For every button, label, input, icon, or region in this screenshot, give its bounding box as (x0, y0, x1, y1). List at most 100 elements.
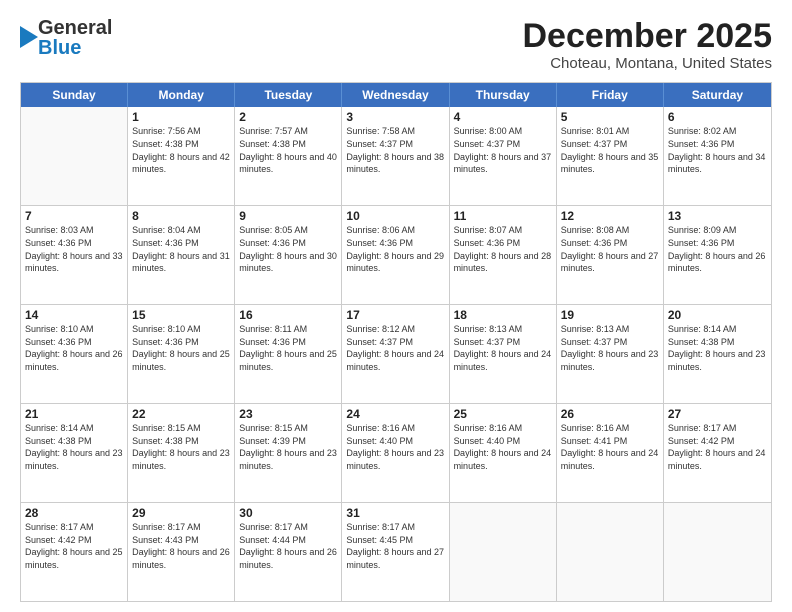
day-number: 3 (346, 110, 444, 124)
day-info: Sunrise: 8:11 AM Sunset: 4:36 PM Dayligh… (239, 323, 337, 373)
page-title: December 2025 (522, 18, 772, 55)
calendar-day-cell (557, 503, 664, 601)
calendar-day-cell: 18Sunrise: 8:13 AM Sunset: 4:37 PM Dayli… (450, 305, 557, 403)
calendar-week-row: 21Sunrise: 8:14 AM Sunset: 4:38 PM Dayli… (21, 403, 771, 502)
day-info: Sunrise: 7:56 AM Sunset: 4:38 PM Dayligh… (132, 125, 230, 175)
day-number: 9 (239, 209, 337, 223)
calendar-day-cell: 3Sunrise: 7:58 AM Sunset: 4:37 PM Daylig… (342, 107, 449, 205)
logo-general: General (38, 18, 112, 38)
day-number: 17 (346, 308, 444, 322)
calendar-header: SundayMondayTuesdayWednesdayThursdayFrid… (21, 83, 771, 107)
day-number: 29 (132, 506, 230, 520)
calendar-day-cell: 7Sunrise: 8:03 AM Sunset: 4:36 PM Daylig… (21, 206, 128, 304)
day-number: 11 (454, 209, 552, 223)
calendar-day-cell: 2Sunrise: 7:57 AM Sunset: 4:38 PM Daylig… (235, 107, 342, 205)
weekday-header: Thursday (450, 83, 557, 107)
day-info: Sunrise: 8:07 AM Sunset: 4:36 PM Dayligh… (454, 224, 552, 274)
day-info: Sunrise: 8:17 AM Sunset: 4:42 PM Dayligh… (668, 422, 767, 472)
calendar-day-cell (664, 503, 771, 601)
calendar: SundayMondayTuesdayWednesdayThursdayFrid… (20, 82, 772, 602)
calendar-day-cell: 25Sunrise: 8:16 AM Sunset: 4:40 PM Dayli… (450, 404, 557, 502)
day-number: 5 (561, 110, 659, 124)
day-info: Sunrise: 8:15 AM Sunset: 4:38 PM Dayligh… (132, 422, 230, 472)
day-number: 18 (454, 308, 552, 322)
day-number: 24 (346, 407, 444, 421)
calendar-day-cell: 12Sunrise: 8:08 AM Sunset: 4:36 PM Dayli… (557, 206, 664, 304)
day-info: Sunrise: 8:16 AM Sunset: 4:41 PM Dayligh… (561, 422, 659, 472)
calendar-day-cell: 30Sunrise: 8:17 AM Sunset: 4:44 PM Dayli… (235, 503, 342, 601)
day-info: Sunrise: 8:14 AM Sunset: 4:38 PM Dayligh… (25, 422, 123, 472)
calendar-day-cell: 9Sunrise: 8:05 AM Sunset: 4:36 PM Daylig… (235, 206, 342, 304)
day-number: 4 (454, 110, 552, 124)
logo: General Blue (20, 18, 112, 58)
day-number: 25 (454, 407, 552, 421)
day-number: 31 (346, 506, 444, 520)
calendar-day-cell: 19Sunrise: 8:13 AM Sunset: 4:37 PM Dayli… (557, 305, 664, 403)
day-number: 12 (561, 209, 659, 223)
day-number: 20 (668, 308, 767, 322)
weekday-header: Tuesday (235, 83, 342, 107)
day-info: Sunrise: 8:14 AM Sunset: 4:38 PM Dayligh… (668, 323, 767, 373)
day-info: Sunrise: 7:58 AM Sunset: 4:37 PM Dayligh… (346, 125, 444, 175)
day-number: 23 (239, 407, 337, 421)
day-info: Sunrise: 8:13 AM Sunset: 4:37 PM Dayligh… (454, 323, 552, 373)
day-info: Sunrise: 8:08 AM Sunset: 4:36 PM Dayligh… (561, 224, 659, 274)
day-info: Sunrise: 8:03 AM Sunset: 4:36 PM Dayligh… (25, 224, 123, 274)
calendar-day-cell: 27Sunrise: 8:17 AM Sunset: 4:42 PM Dayli… (664, 404, 771, 502)
calendar-day-cell: 4Sunrise: 8:00 AM Sunset: 4:37 PM Daylig… (450, 107, 557, 205)
day-info: Sunrise: 8:06 AM Sunset: 4:36 PM Dayligh… (346, 224, 444, 274)
day-number: 28 (25, 506, 123, 520)
calendar-day-cell: 23Sunrise: 8:15 AM Sunset: 4:39 PM Dayli… (235, 404, 342, 502)
day-number: 6 (668, 110, 767, 124)
day-info: Sunrise: 8:02 AM Sunset: 4:36 PM Dayligh… (668, 125, 767, 175)
logo-arrow-icon (20, 26, 38, 48)
day-info: Sunrise: 8:10 AM Sunset: 4:36 PM Dayligh… (25, 323, 123, 373)
calendar-day-cell: 31Sunrise: 8:17 AM Sunset: 4:45 PM Dayli… (342, 503, 449, 601)
day-number: 21 (25, 407, 123, 421)
calendar-day-cell: 17Sunrise: 8:12 AM Sunset: 4:37 PM Dayli… (342, 305, 449, 403)
day-number: 14 (25, 308, 123, 322)
day-number: 2 (239, 110, 337, 124)
day-info: Sunrise: 8:17 AM Sunset: 4:42 PM Dayligh… (25, 521, 123, 571)
calendar-day-cell: 5Sunrise: 8:01 AM Sunset: 4:37 PM Daylig… (557, 107, 664, 205)
calendar-week-row: 1Sunrise: 7:56 AM Sunset: 4:38 PM Daylig… (21, 107, 771, 205)
page-subtitle: Choteau, Montana, United States (522, 55, 772, 72)
day-info: Sunrise: 8:05 AM Sunset: 4:36 PM Dayligh… (239, 224, 337, 274)
day-info: Sunrise: 7:57 AM Sunset: 4:38 PM Dayligh… (239, 125, 337, 175)
weekday-header: Saturday (664, 83, 771, 107)
day-number: 30 (239, 506, 337, 520)
calendar-body: 1Sunrise: 7:56 AM Sunset: 4:38 PM Daylig… (21, 107, 771, 601)
day-number: 13 (668, 209, 767, 223)
day-info: Sunrise: 8:00 AM Sunset: 4:37 PM Dayligh… (454, 125, 552, 175)
logo-label: General Blue (38, 18, 112, 58)
day-info: Sunrise: 8:17 AM Sunset: 4:44 PM Dayligh… (239, 521, 337, 571)
calendar-day-cell: 20Sunrise: 8:14 AM Sunset: 4:38 PM Dayli… (664, 305, 771, 403)
day-number: 10 (346, 209, 444, 223)
day-info: Sunrise: 8:04 AM Sunset: 4:36 PM Dayligh… (132, 224, 230, 274)
calendar-day-cell (21, 107, 128, 205)
day-info: Sunrise: 8:16 AM Sunset: 4:40 PM Dayligh… (346, 422, 444, 472)
day-info: Sunrise: 8:12 AM Sunset: 4:37 PM Dayligh… (346, 323, 444, 373)
calendar-day-cell: 16Sunrise: 8:11 AM Sunset: 4:36 PM Dayli… (235, 305, 342, 403)
calendar-day-cell: 26Sunrise: 8:16 AM Sunset: 4:41 PM Dayli… (557, 404, 664, 502)
calendar-day-cell: 1Sunrise: 7:56 AM Sunset: 4:38 PM Daylig… (128, 107, 235, 205)
calendar-day-cell: 22Sunrise: 8:15 AM Sunset: 4:38 PM Dayli… (128, 404, 235, 502)
calendar-day-cell: 29Sunrise: 8:17 AM Sunset: 4:43 PM Dayli… (128, 503, 235, 601)
header: General Blue December 2025 Choteau, Mont… (20, 18, 772, 72)
day-info: Sunrise: 8:15 AM Sunset: 4:39 PM Dayligh… (239, 422, 337, 472)
day-number: 15 (132, 308, 230, 322)
logo-blue: Blue (38, 38, 112, 58)
day-info: Sunrise: 8:17 AM Sunset: 4:45 PM Dayligh… (346, 521, 444, 571)
calendar-day-cell: 13Sunrise: 8:09 AM Sunset: 4:36 PM Dayli… (664, 206, 771, 304)
day-info: Sunrise: 8:13 AM Sunset: 4:37 PM Dayligh… (561, 323, 659, 373)
calendar-day-cell: 11Sunrise: 8:07 AM Sunset: 4:36 PM Dayli… (450, 206, 557, 304)
day-info: Sunrise: 8:16 AM Sunset: 4:40 PM Dayligh… (454, 422, 552, 472)
day-number: 1 (132, 110, 230, 124)
day-number: 22 (132, 407, 230, 421)
day-number: 8 (132, 209, 230, 223)
calendar-day-cell: 8Sunrise: 8:04 AM Sunset: 4:36 PM Daylig… (128, 206, 235, 304)
calendar-week-row: 14Sunrise: 8:10 AM Sunset: 4:36 PM Dayli… (21, 304, 771, 403)
day-info: Sunrise: 8:01 AM Sunset: 4:37 PM Dayligh… (561, 125, 659, 175)
day-number: 27 (668, 407, 767, 421)
day-info: Sunrise: 8:17 AM Sunset: 4:43 PM Dayligh… (132, 521, 230, 571)
